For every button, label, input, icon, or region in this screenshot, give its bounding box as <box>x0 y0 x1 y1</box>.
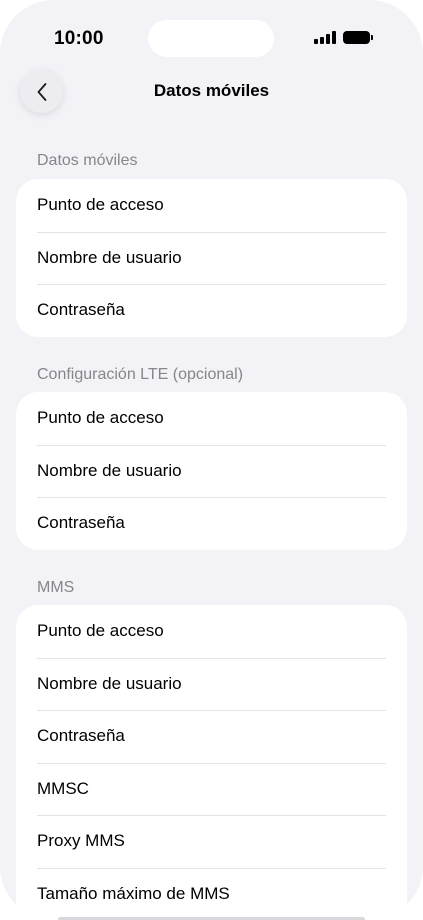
row-mms-contrasena[interactable]: Contraseña <box>16 710 407 763</box>
status-time: 10:00 <box>54 28 104 49</box>
row-mms-nombre-de-usuario[interactable]: Nombre de usuario <box>16 657 407 711</box>
row-punto-de-acceso[interactable]: Punto de acceso <box>16 179 407 232</box>
phone-screen: 10:00 Datos móviles Datos móviles Punto … <box>0 0 423 920</box>
row-nombre-de-usuario[interactable]: Nombre de usuario <box>16 231 407 285</box>
section-header-lte: Configuración LTE (opcional) <box>37 366 244 383</box>
row-tamano-maximo-mms[interactable]: Tamaño máximo de MMS <box>16 867 407 920</box>
row-lte-punto-de-acceso[interactable]: Punto de acceso <box>16 392 407 445</box>
row-mms-punto-de-acceso[interactable]: Punto de acceso <box>16 605 407 658</box>
group-datos-moviles: Punto de acceso Nombre de usuario Contra… <box>16 179 407 337</box>
section-header-mms: MMS <box>37 579 75 596</box>
page-title: Datos móviles <box>153 81 270 100</box>
row-lte-nombre-de-usuario[interactable]: Nombre de usuario <box>16 444 407 498</box>
battery-icon <box>343 31 375 44</box>
dynamic-island <box>148 20 274 57</box>
row-mmsc[interactable]: MMSC <box>16 762 407 816</box>
row-lte-contrasena[interactable]: Contraseña <box>16 497 407 550</box>
status-bar: 10:00 <box>0 0 423 70</box>
section-header-datos-moviles: Datos móviles <box>37 152 138 169</box>
group-mms: Punto de acceso Nombre de usuario Contra… <box>16 605 407 920</box>
row-contrasena[interactable]: Contraseña <box>16 284 407 337</box>
navigation-bar: Datos móviles <box>0 68 423 114</box>
row-proxy-mms[interactable]: Proxy MMS <box>16 815 407 868</box>
group-lte: Punto de acceso Nombre de usuario Contra… <box>16 392 407 550</box>
cellular-signal-icon <box>314 31 336 44</box>
